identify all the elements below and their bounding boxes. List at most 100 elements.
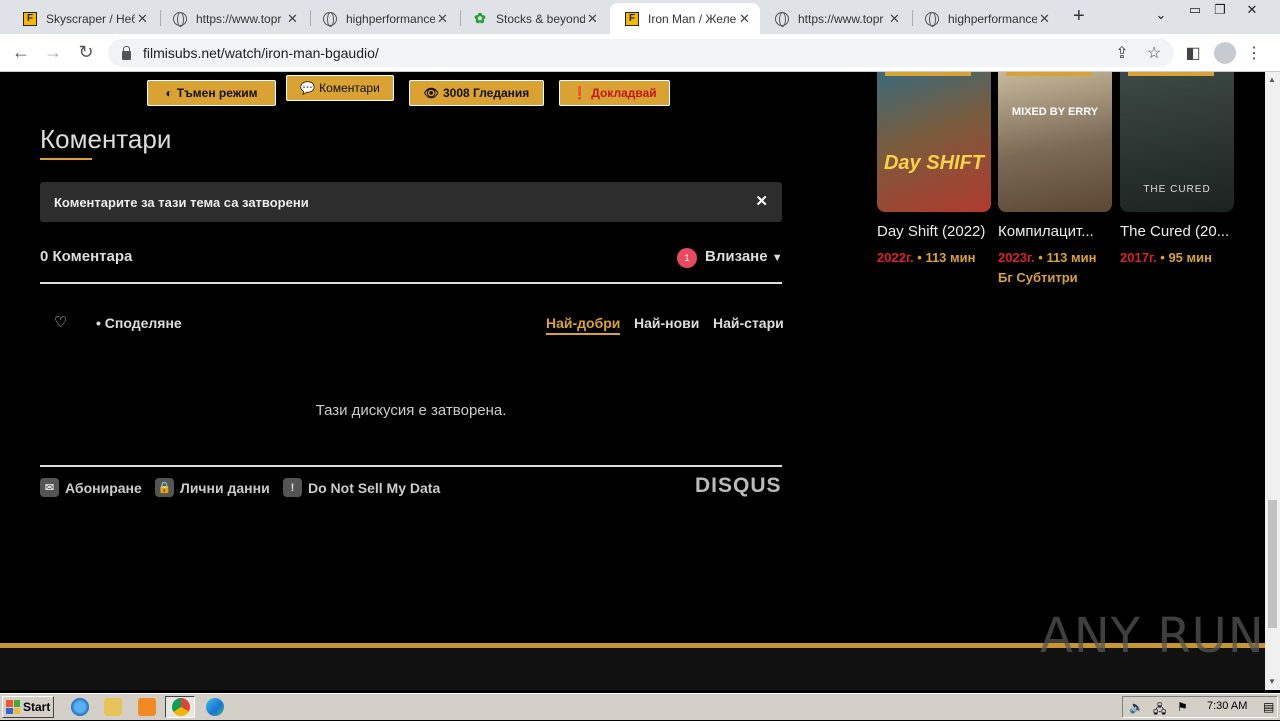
dark-mode-label: Тъмен режим — [176, 86, 258, 100]
share-page-icon[interactable]: ⇪ — [1112, 43, 1132, 63]
edge-icon[interactable] — [206, 698, 224, 716]
internet-explorer-icon[interactable] — [71, 698, 89, 716]
discussion-closed-message: Тази дискусия е затворена. — [315, 402, 507, 419]
start-button[interactable]: Start — [2, 696, 54, 718]
address-bar-row: ← → ↻ filmisubs.net/watch/iron-man-bgaud… — [0, 34, 1280, 72]
close-icon[interactable]: ✕ — [585, 11, 600, 27]
poster-the-cured[interactable]: THE CURED — [1120, 72, 1234, 212]
related-meta: 2022г. • 113 мин — [877, 250, 976, 265]
subscribe-link[interactable]: ✉ Абониране — [40, 478, 142, 497]
url-field[interactable]: filmisubs.net/watch/iron-man-bgaudio/ — [108, 39, 1174, 67]
scroll-up-icon[interactable]: ▲ — [1268, 75, 1276, 84]
poster-tag — [1006, 72, 1092, 76]
window-close-button[interactable]: ✕ — [1240, 2, 1264, 18]
start-label: Start — [23, 700, 51, 714]
do-not-sell-link[interactable]: ! Do Not Sell My Data — [283, 478, 440, 497]
browser-tab-bar: F Skyscraper / Небо ✕ https://www.topr ✕… — [0, 0, 1280, 34]
related-meta: 2017г. • 95 мин — [1120, 250, 1212, 265]
menu-kebab-icon[interactable]: ⋮ — [1244, 43, 1264, 63]
url-text: filmisubs.net/watch/iron-man-bgaudio/ — [143, 45, 379, 61]
folder-icon[interactable] — [104, 698, 122, 716]
scrollbar-thumb[interactable] — [1268, 500, 1277, 628]
tab-topr-1[interactable]: https://www.topr ✕ — [158, 3, 308, 34]
new-tab-button[interactable]: + — [1073, 5, 1085, 28]
flag-icon[interactable]: ⚑ — [1177, 700, 1188, 714]
notification-badge[interactable]: 1 — [677, 248, 697, 268]
side-panel-icon[interactable]: ◧ — [1183, 43, 1203, 63]
close-icon[interactable]: ✕ — [135, 11, 150, 27]
tab-search-chevron-icon[interactable]: ⌄ — [1149, 7, 1173, 23]
comments-button[interactable]: 💬 Коментари — [286, 75, 394, 101]
comments-closed-notice: Коментарите за тази тема са затворени ✕ — [40, 182, 782, 222]
poster-mixed-by-erry[interactable]: MIXED BY ERRY — [998, 72, 1112, 212]
comment-count: 0 Коментара — [40, 248, 133, 265]
clock: 7:30 AM — [1207, 700, 1248, 712]
bookmark-star-icon[interactable]: ☆ — [1144, 43, 1164, 63]
privacy-link[interactable]: 🔒 Лични данни — [155, 478, 270, 497]
windows-taskbar: Start 🔈 🖧 ⚑ ▤ 7:30 AM — [0, 693, 1280, 720]
envelope-icon: ✉ — [40, 478, 59, 497]
globe-icon — [322, 11, 338, 27]
tab-highperformance-1[interactable]: highperformanced ✕ — [308, 3, 458, 34]
network-icon[interactable]: 🖧 — [1153, 700, 1166, 721]
lock-icon — [122, 45, 131, 60]
tab-label: Iron Man / Желе — [648, 11, 737, 26]
reload-button[interactable]: ↻ — [75, 42, 97, 63]
profile-avatar[interactable] — [1214, 42, 1236, 64]
stocks-icon: ✿ — [474, 10, 486, 26]
poster-logo-text: MIXED BY ERRY — [1011, 106, 1099, 118]
tab-iron-man[interactable]: F Iron Man / Желе ✕ — [610, 3, 760, 34]
related-duration: 113 мин — [925, 250, 976, 265]
notification-icon[interactable]: ▤ — [1263, 700, 1274, 714]
related-title[interactable]: Day Shift (2022) — [877, 223, 985, 240]
related-duration: 95 мин — [1168, 250, 1212, 265]
close-icon[interactable]: ✕ — [435, 11, 450, 27]
restore-button[interactable]: ❐ — [1208, 2, 1232, 18]
related-title[interactable]: The Cured (20... — [1120, 223, 1229, 240]
tab-stocks[interactable]: ✿ Stocks & beyond: ✕ — [458, 3, 608, 34]
comments-heading: Коментари — [40, 124, 172, 154]
report-button[interactable]: ❗ Докладвай — [559, 80, 670, 106]
forward-button[interactable]: → — [42, 42, 64, 63]
back-button[interactable]: ← — [10, 42, 32, 63]
caret-down-icon: ▼ — [771, 252, 783, 264]
dark-mode-button[interactable]: ◐ Тъмен режим — [147, 80, 276, 106]
volume-icon[interactable]: 🔈 — [1129, 700, 1144, 714]
close-icon[interactable]: ✕ — [755, 192, 768, 210]
share-button[interactable]: • Споделяне — [96, 315, 182, 331]
tab-label: Stocks & beyond: — [496, 11, 586, 26]
scroll-down-icon[interactable]: ▼ — [1268, 677, 1276, 686]
tab-skyscraper[interactable]: F Skyscraper / Небо ✕ — [8, 3, 158, 34]
tab-highperformance-2[interactable]: highperformanced ✕ — [910, 3, 1060, 34]
close-icon[interactable]: ✕ — [1037, 11, 1052, 27]
close-icon[interactable]: ✕ — [737, 11, 752, 27]
tab-label: https://www.topr — [196, 11, 282, 26]
globe-icon — [172, 11, 188, 27]
comments-label: Коментари — [319, 81, 380, 95]
sort-best-tab[interactable]: Най-добри — [546, 315, 621, 335]
disqus-logo[interactable]: DISQUS — [695, 474, 782, 498]
sort-oldest-tab[interactable]: Най-стари — [713, 315, 784, 331]
minimize-button[interactable]: ▭ — [1183, 2, 1207, 18]
heading-underline — [40, 158, 92, 160]
tab-topr-2[interactable]: https://www.topr ✕ — [760, 3, 910, 34]
close-icon[interactable]: ✕ — [285, 11, 300, 27]
poster-tag — [885, 72, 971, 76]
heart-icon[interactable]: ♡ — [54, 313, 67, 331]
page-scrollbar[interactable]: ▲ ▼ — [1265, 72, 1280, 690]
sort-newest-tab[interactable]: Най-нови — [634, 315, 699, 331]
globe-icon — [774, 11, 790, 27]
chrome-icon[interactable] — [172, 698, 190, 716]
related-title[interactable]: Компилацит... — [998, 223, 1094, 240]
poster-day-shift[interactable]: Day SHIFT — [877, 72, 991, 212]
comment-icon: 💬 — [300, 81, 316, 95]
anyrun-watermark: ANY RUN — [1040, 608, 1265, 664]
closed-notice-text: Коментарите за тази тема са затворени — [54, 194, 309, 210]
tab-label: Skyscraper / Небо — [46, 11, 136, 26]
close-icon[interactable]: ✕ — [887, 11, 902, 27]
media-player-icon[interactable] — [138, 698, 156, 716]
views-label: 3008 Гледания — [442, 86, 530, 100]
login-dropdown[interactable]: Влизане ▼ — [705, 248, 783, 265]
views-button[interactable]: 👁 3008 Гледания — [409, 80, 544, 106]
related-year: 2022г. — [877, 250, 914, 265]
